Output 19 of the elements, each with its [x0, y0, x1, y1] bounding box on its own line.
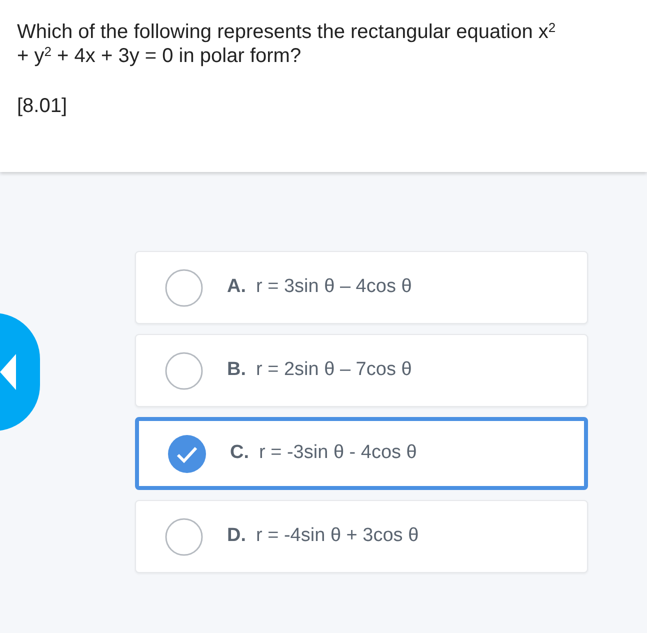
radio-icon: [165, 518, 203, 556]
option-letter: D.: [227, 524, 246, 548]
checked-radio-icon: [168, 434, 206, 472]
option-letter: C.: [230, 441, 249, 466]
answer-option[interactable]: A. r = 3sin θ – 4cos θ: [135, 251, 588, 324]
answer-option[interactable]: B. r = 2sin θ – 7cos θ: [135, 334, 588, 407]
option-text: r = -3sin θ - 4cos θ: [259, 441, 417, 466]
option-text: r = 2sin θ – 7cos θ: [256, 358, 412, 382]
option-text: r = -4sin θ + 3cos θ: [256, 524, 419, 548]
answer-option[interactable]: C. r = -3sin θ - 4cos θ: [135, 417, 588, 490]
answer-option[interactable]: D. r = -4sin θ + 3cos θ: [135, 500, 588, 573]
option-text: r = 3sin θ – 4cos θ: [256, 275, 412, 300]
previous-icon: [0, 354, 16, 390]
question-text: Which of the following represents the rectangular equation x$^{2}$ + y$^{2}$ + 4x + 3y = 0 in polar form?: [17, 20, 557, 68]
radio-icon: [165, 268, 203, 306]
option-letter: B.: [227, 358, 246, 382]
question-code: [8.01]: [17, 94, 68, 118]
radio-icon: [165, 352, 203, 390]
option-letter: A.: [227, 275, 246, 300]
